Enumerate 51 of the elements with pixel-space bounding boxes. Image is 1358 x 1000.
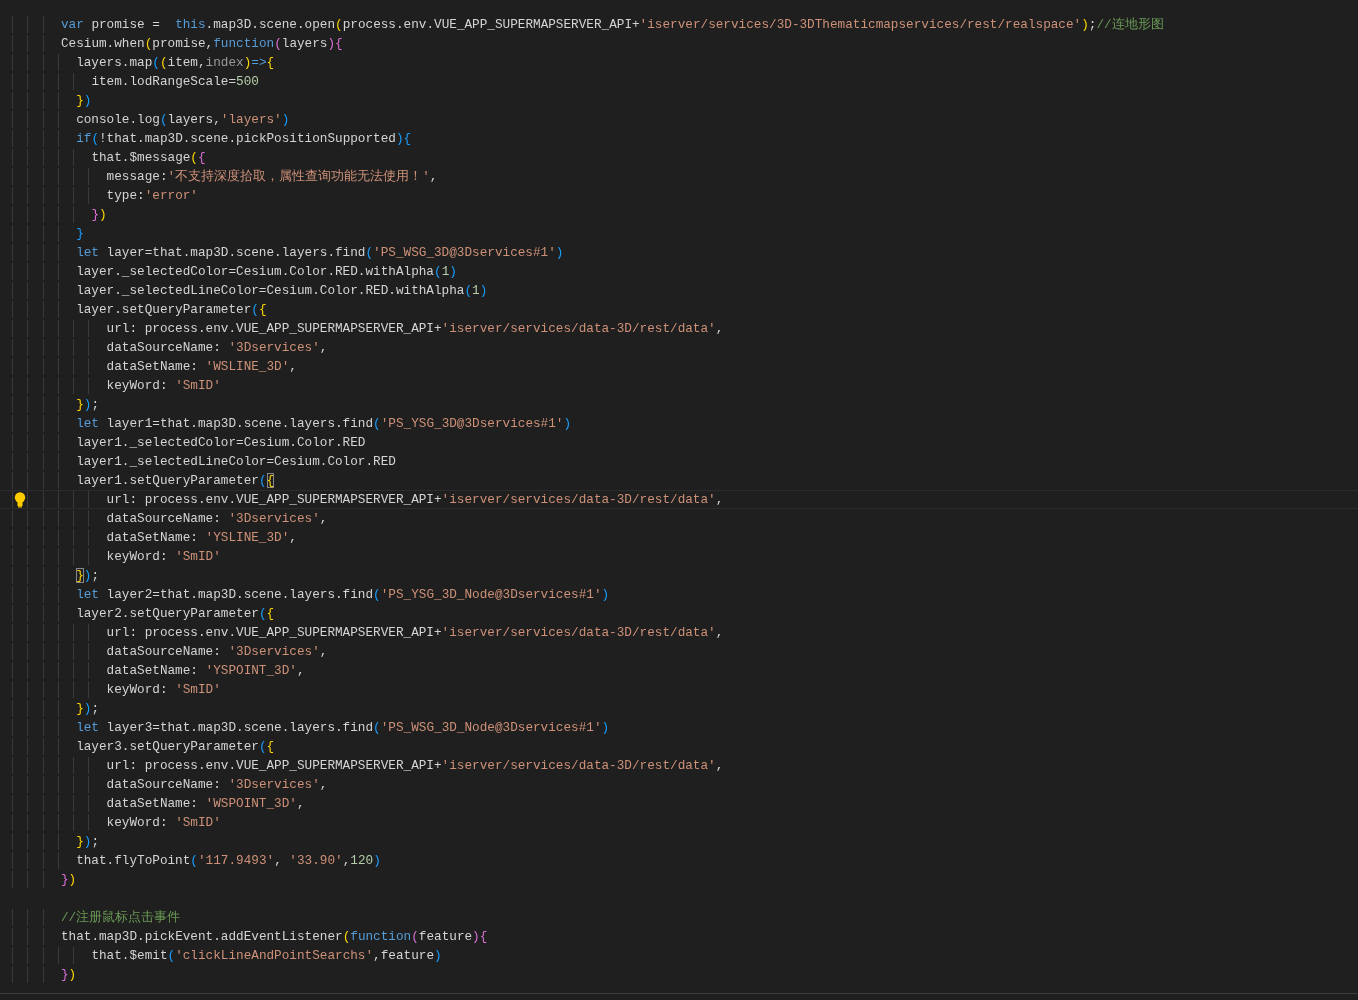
code-comment: //注册鼠标点击事件 (60, 910, 181, 925)
code-line: layer.setQueryParameter({ (76, 302, 267, 317)
code-line: layer1.setQueryParameter({ (76, 473, 275, 488)
code-line: that.$message({ (91, 150, 206, 165)
code-line: keyWord: 'SmID' (106, 549, 221, 564)
code-line: }) (60, 872, 77, 887)
code-line: layer1._selectedColor=Cesium.Color.RED (76, 435, 366, 450)
code-line: }); (76, 568, 99, 583)
code-line: }); (76, 397, 99, 412)
code-line: layer2.setQueryParameter({ (76, 606, 275, 621)
code-line: type:'error' (106, 188, 198, 203)
code-line: var promise = this.map3D.scene.open(process.env.VUE_APP_SUPERMAPSERVER_API+'iserver/services/3D-3DThematicmapservices/rest/realspace');//连地形图 (60, 17, 1164, 32)
lightbulb-icon[interactable] (14, 492, 26, 508)
code-line: dataSourceName: '3Dservices', (106, 340, 328, 355)
code-line: let layer2=that.map3D.scene.layers.find('PS_YSG_3D_Node@3Dservices#1') (76, 587, 610, 602)
code-line: } (76, 226, 84, 241)
code-line: layer1._selectedLineColor=Cesium.Color.RED (76, 454, 396, 469)
code-line: dataSourceName: '3Dservices', (106, 777, 328, 792)
code-line: that.map3D.pickEvent.addEventListener(function(feature){ (60, 929, 488, 944)
code-line: dataSetName: 'WSPOINT_3D', (106, 796, 305, 811)
code-line: that.flyToPoint('117.9493', '33.90',120) (76, 853, 381, 868)
code-line: let layer=that.map3D.scene.layers.find('PS_WSG_3D@3Dservices#1') (76, 245, 564, 260)
code-line: keyWord: 'SmID' (106, 378, 221, 393)
code-line: keyWord: 'SmID' (106, 682, 221, 697)
code-line: keyWord: 'SmID' (106, 815, 221, 830)
code-line: let layer3=that.map3D.scene.layers.find('PS_WSG_3D_Node@3Dservices#1') (76, 720, 610, 735)
code-line: url: process.env.VUE_APP_SUPERMAPSERVER_API+'iserver/services/data-3D/rest/data', (106, 321, 724, 336)
code-line: dataSetName: 'YSPOINT_3D', (106, 663, 305, 678)
code-line: layer._selectedLineColor=Cesium.Color.RED.withAlpha(1) (76, 283, 488, 298)
code-line: that.$emit('clickLineAndPointSearchs',feature) (91, 948, 442, 963)
code-line: layer3.setQueryParameter({ (76, 739, 275, 754)
code-line: url: process.env.VUE_APP_SUPERMAPSERVER_API+'iserver/services/data-3D/rest/data', (106, 758, 724, 773)
code-line: url: process.env.VUE_APP_SUPERMAPSERVER_API+'iserver/services/data-3D/rest/data', (106, 492, 724, 507)
code-line: layer._selectedColor=Cesium.Color.RED.withAlpha(1) (76, 264, 457, 279)
code-line: }) (91, 207, 107, 222)
code-line: item.lodRangeScale=500 (91, 74, 259, 89)
code-line: console.log(layers,'layers') (76, 112, 290, 127)
code-line: }) (60, 967, 77, 982)
code-line: dataSetName: 'WSLINE_3D', (106, 359, 297, 374)
code-line: message:'不支持深度拾取，属性查询功能无法使用！', (106, 169, 438, 184)
code-line: if(!that.map3D.scene.pickPositionSupported){ (76, 131, 412, 146)
code-line: }) (76, 93, 92, 108)
code-line: }); (76, 834, 99, 849)
code-line: let layer1=that.map3D.scene.layers.find('PS_YSG_3D@3Dservices#1') (76, 416, 572, 431)
code-line: Cesium.when(promise,function(layers){ (60, 36, 343, 51)
code-line: dataSourceName: '3Dservices', (106, 644, 328, 659)
code-line: }); (76, 701, 99, 716)
code-line: layers.map((item,index)=>{ (76, 55, 275, 70)
code-line: dataSetName: 'YSLINE_3D', (106, 530, 297, 545)
code-line: url: process.env.VUE_APP_SUPERMAPSERVER_API+'iserver/services/data-3D/rest/data', (106, 625, 724, 640)
code-line: dataSourceName: '3Dservices', (106, 511, 328, 526)
